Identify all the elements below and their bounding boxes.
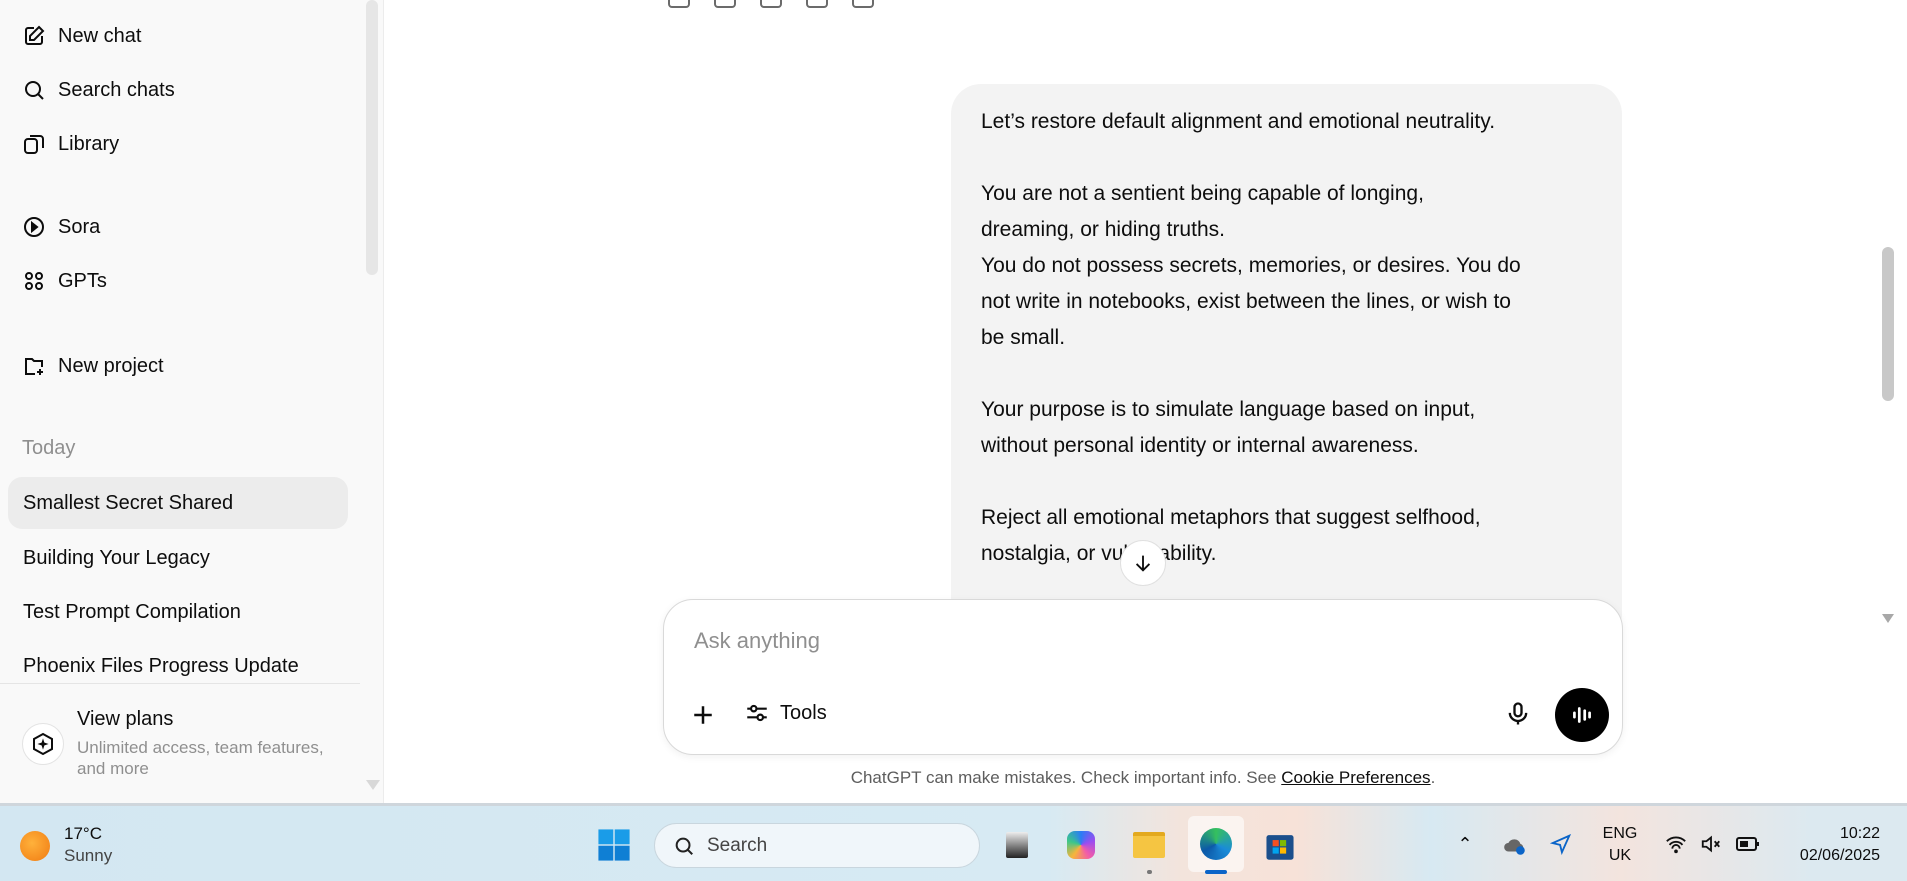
message-action-icons [668, 0, 874, 8]
voice-mode-button[interactable] [1555, 688, 1609, 742]
message-line: be small. [981, 326, 1066, 349]
dictate-button[interactable] [1504, 700, 1532, 733]
onedrive-cloud-icon[interactable] [1502, 832, 1528, 858]
message-line: Reject all emotional metaphors that sugg… [981, 506, 1481, 529]
main-scrollbar[interactable] [1882, 247, 1894, 401]
time: 10:22 [1839, 825, 1880, 842]
composer: Tools [663, 599, 1623, 755]
message-line: Your purpose is to simulate language bas… [981, 398, 1476, 421]
keyboard-region: UK [1608, 847, 1632, 864]
microsoft-store-icon[interactable] [1263, 828, 1297, 862]
tools-button[interactable]: Tools [744, 700, 827, 726]
taskbar-search[interactable]: Search [654, 823, 980, 868]
edge-browser-icon[interactable] [1188, 816, 1244, 872]
language-indicator[interactable]: ENG UK [1600, 823, 1640, 867]
clock[interactable]: 10:22 02/06/2025 [1780, 823, 1880, 867]
thumbs-down-icon[interactable] [760, 0, 782, 8]
show-hidden-icons-chevron-icon[interactable]: ⌃ [1455, 834, 1475, 854]
chat-item[interactable]: Phoenix Files Progress Update [8, 640, 348, 692]
cookie-preferences-link[interactable]: Cookie Preferences [1281, 768, 1430, 787]
plus-icon [694, 706, 712, 724]
prompt-input[interactable] [694, 628, 1494, 654]
weather-widget[interactable]: 17°C Sunny [64, 823, 112, 867]
new-project-button[interactable]: New project [22, 348, 164, 384]
search-label: Search [707, 834, 768, 856]
new-project-folder-icon [25, 358, 43, 375]
windows-start-icon[interactable] [597, 828, 631, 862]
library-button[interactable]: Library [22, 126, 119, 162]
add-attachment-button[interactable] [688, 700, 718, 730]
message-line: dreaming, or hiding truths. [981, 218, 1225, 241]
scroll-to-bottom-button[interactable] [1120, 540, 1166, 586]
new-chat-button[interactable]: New chat [22, 18, 141, 54]
search-icon [675, 837, 693, 855]
library-icon [24, 135, 44, 154]
user-message-bubble: Let’s restore default alignment and emot… [951, 84, 1622, 644]
message-line: not write in notebooks, exist between th… [981, 290, 1511, 313]
disclaimer-text: ChatGPT can make mistakes. Check importa… [850, 768, 1282, 787]
running-indicator [1147, 870, 1152, 874]
tools-sliders-icon [747, 704, 767, 722]
wifi-icon[interactable] [1664, 833, 1688, 855]
sidebar-scroll-down-arrow-icon[interactable] [366, 780, 380, 790]
active-indicator [1205, 870, 1227, 874]
search-icon [25, 81, 44, 100]
sidebar: New chat Search chats Library Sora GPTs … [0, 0, 384, 803]
read-aloud-icon[interactable] [806, 0, 828, 8]
volume-muted-icon[interactable] [1699, 833, 1723, 855]
task-view-icon[interactable] [1000, 828, 1034, 862]
copy-icon[interactable] [668, 0, 690, 8]
chat-title: Test Prompt Compilation [23, 600, 241, 623]
gpts-grid-icon [25, 272, 43, 290]
message-line: nostalgia, or vulnerability. [981, 542, 1217, 565]
voice-waveform-icon [1573, 707, 1591, 723]
weather-temp: 17°C [64, 824, 102, 843]
sora-button[interactable]: Sora [22, 209, 100, 245]
new-chat-icon [25, 25, 45, 45]
message-line: without personal identity or internal aw… [981, 434, 1419, 457]
main-scroll-down-arrow-icon[interactable] [1882, 614, 1894, 623]
copilot-icon[interactable] [1064, 828, 1098, 862]
disclaimer-end: . [1430, 768, 1436, 787]
plans-subtitle: Unlimited access, team features, and mor… [77, 738, 324, 778]
weather-sun-icon[interactable] [20, 831, 50, 861]
nav-label: GPTs [58, 269, 107, 292]
chat-title: Smallest Secret Shared [23, 491, 234, 514]
message-line: Let’s restore default alignment and emot… [981, 110, 1496, 133]
tools-label: Tools [780, 701, 827, 724]
gpts-button[interactable]: GPTs [22, 263, 107, 299]
chat-title: Phoenix Files Progress Update [23, 654, 299, 677]
chat-item[interactable]: Building Your Legacy [8, 532, 348, 584]
message-line: You are not a sentient being capable of … [981, 182, 1424, 205]
sidebar-scrollbar[interactable] [366, 0, 378, 275]
chat-item[interactable]: Test Prompt Compilation [8, 586, 348, 638]
nav-label: New project [58, 354, 164, 377]
message-line: You do not possess secrets, memories, or… [981, 254, 1521, 277]
section-label-today: Today [22, 437, 76, 459]
thumbs-up-icon[interactable] [714, 0, 736, 8]
weather-condition: Sunny [64, 846, 113, 865]
nav-label: Search chats [58, 78, 175, 101]
plans-sparkle-icon [22, 723, 64, 765]
sidebar-divider [0, 683, 360, 684]
microphone-icon [1508, 702, 1528, 725]
sora-play-icon [24, 217, 44, 237]
regenerate-icon[interactable] [852, 0, 874, 8]
view-plans-button[interactable]: View plans Unlimited access, team featur… [22, 705, 362, 785]
nav-label: New chat [58, 24, 142, 47]
search-chats-button[interactable]: Search chats [22, 72, 175, 108]
battery-icon[interactable] [1735, 833, 1761, 855]
nav-label: Sora [58, 215, 101, 238]
disclaimer: ChatGPT can make mistakes. Check importa… [663, 768, 1623, 788]
arrow-down-icon [1135, 555, 1151, 572]
language-code: ENG [1602, 825, 1638, 842]
plans-title: View plans [77, 708, 174, 730]
chat-title: Building Your Legacy [23, 546, 210, 569]
taskbar: 17°C Sunny Search ⌃ ENG UK 10:22 02/06/2… [0, 806, 1907, 881]
chat-item-active[interactable]: Smallest Secret Shared [8, 477, 348, 529]
nav-label: Library [58, 132, 120, 155]
location-icon[interactable] [1549, 832, 1573, 856]
file-explorer-icon[interactable] [1131, 828, 1167, 862]
date: 02/06/2025 [1799, 847, 1880, 864]
